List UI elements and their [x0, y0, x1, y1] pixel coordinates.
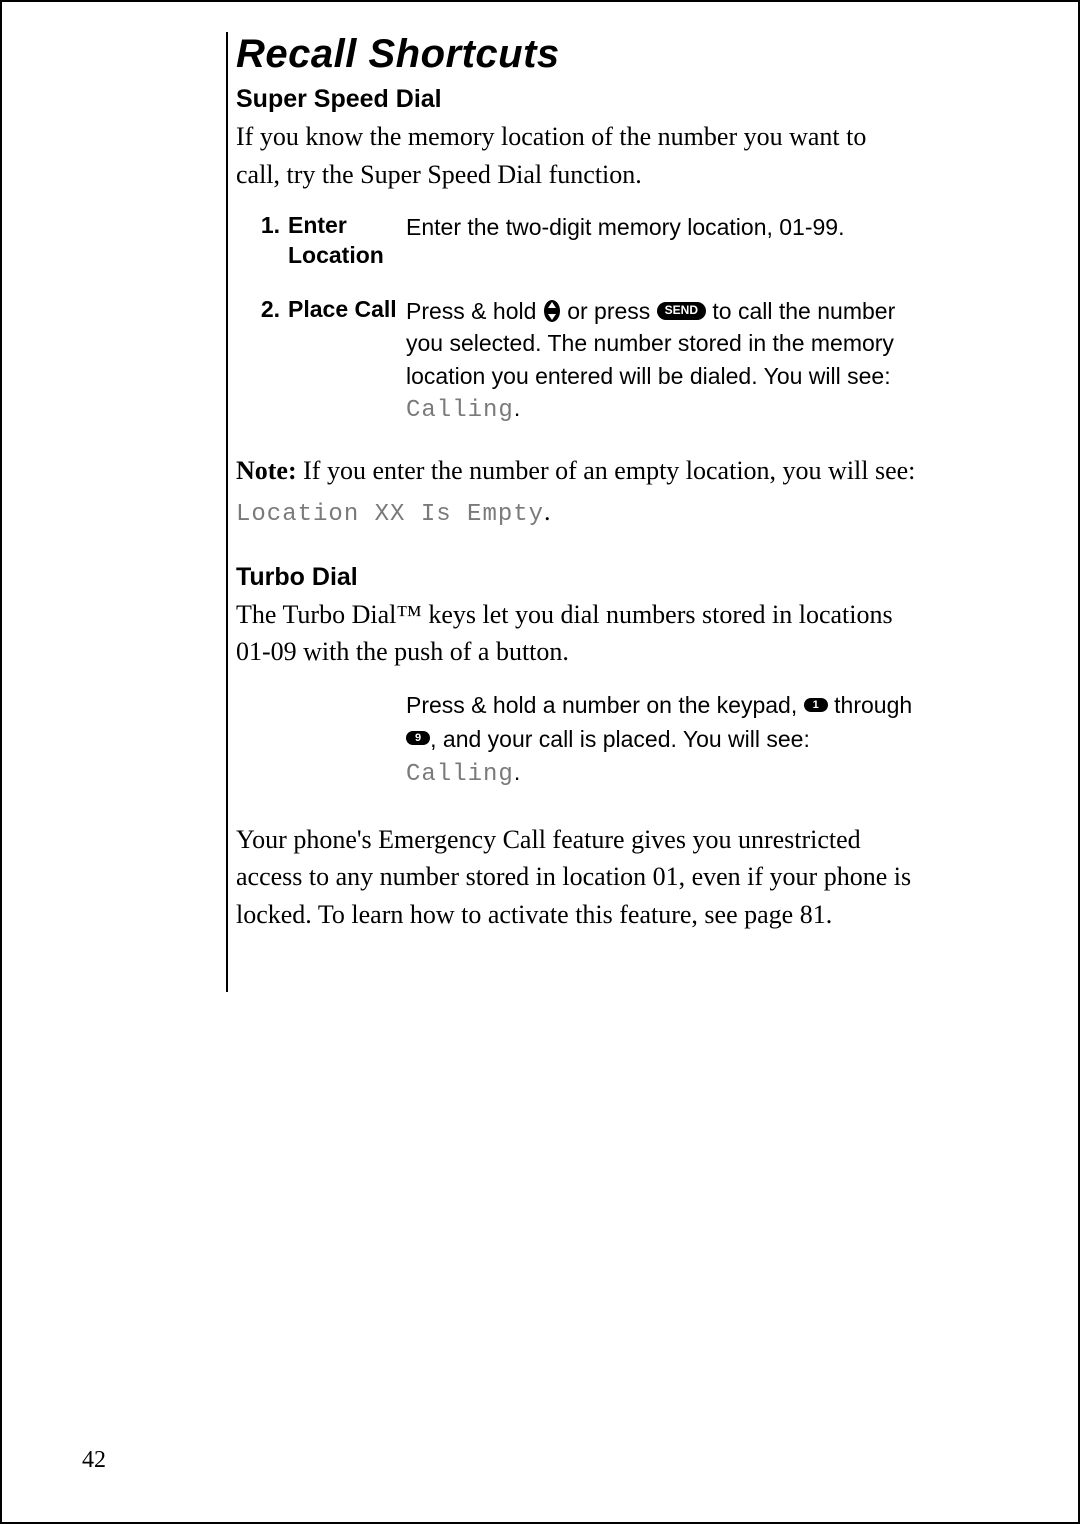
- step-label: Place Call: [288, 295, 406, 325]
- note-text: .: [544, 497, 551, 526]
- step-label: Enter Location: [288, 211, 406, 271]
- lcd-text: Calling: [406, 397, 514, 424]
- key-9-icon: 9: [406, 731, 430, 745]
- text: .: [514, 395, 520, 421]
- text: Press & hold: [406, 298, 543, 324]
- text: or press: [567, 298, 656, 324]
- super-speed-intro: If you know the memory location of the n…: [236, 118, 916, 193]
- step-number: 1.: [236, 211, 288, 241]
- lcd-text: Calling: [406, 761, 514, 788]
- send-key-icon: SEND: [657, 302, 706, 319]
- steps-list: 1. Enter Location Enter the two-digit me…: [236, 211, 916, 427]
- text: , and your call is placed. You will see:: [430, 726, 810, 752]
- key-1-icon: 1: [804, 698, 828, 712]
- emergency-paragraph: Your phone's Emergency Call feature give…: [236, 821, 916, 934]
- section-super-speed-dial: Super Speed Dial: [236, 85, 916, 114]
- note-label: Note:: [236, 456, 297, 485]
- step-2: 2. Place Call Press & hold or press SEND…: [236, 295, 916, 427]
- content-column: Recall Shortcuts Super Speed Dial If you…: [226, 32, 916, 992]
- step-description: Enter the two-digit memory location, 01-…: [406, 211, 916, 243]
- step-number: 2.: [236, 295, 288, 325]
- page: Recall Shortcuts Super Speed Dial If you…: [0, 0, 1080, 1524]
- note-text: If you enter the number of an empty loca…: [297, 456, 916, 485]
- section-turbo-dial: Turbo Dial: [236, 563, 916, 592]
- step-1: 1. Enter Location Enter the two-digit me…: [236, 211, 916, 271]
- text: .: [514, 759, 520, 785]
- step-description: Press & hold or press SEND to call the n…: [406, 295, 916, 427]
- lcd-text: Location XX Is Empty: [236, 501, 544, 528]
- turbo-dial-intro: The Turbo Dial™ keys let you dial number…: [236, 596, 916, 671]
- note: Note: If you enter the number of an empt…: [236, 451, 916, 532]
- text: through: [834, 692, 912, 718]
- turbo-step: Press & hold a number on the keypad, 1 t…: [406, 689, 916, 792]
- text: Press & hold a number on the keypad,: [406, 692, 804, 718]
- nav-up-down-icon: [543, 299, 561, 323]
- page-number: 42: [82, 1447, 106, 1474]
- page-title: Recall Shortcuts: [236, 32, 916, 77]
- turbo-step-description: Press & hold a number on the keypad, 1 t…: [406, 689, 916, 792]
